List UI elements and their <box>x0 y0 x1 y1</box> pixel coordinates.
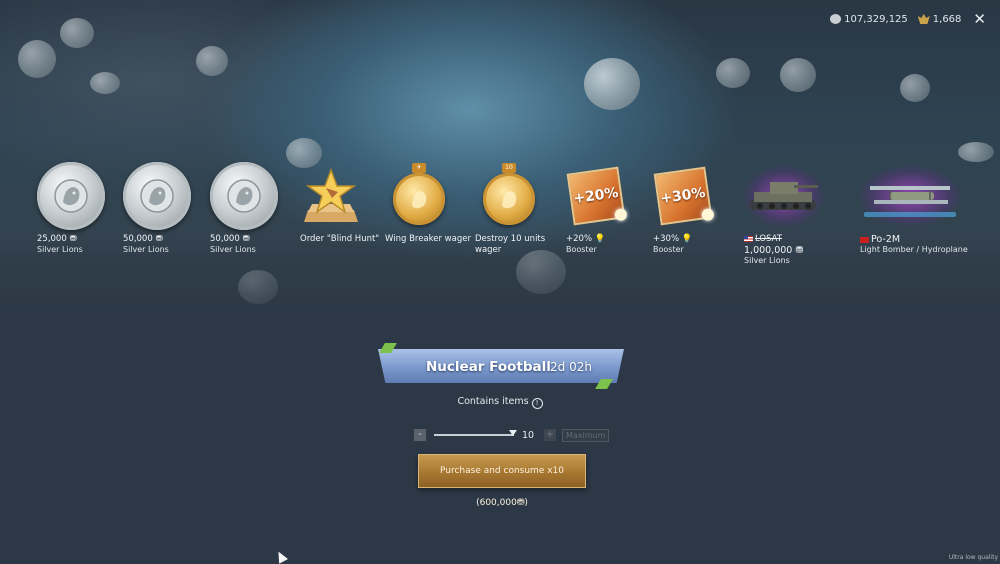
currency-bar: 107,329,125 1,668 ✕ <box>830 10 986 28</box>
contains-items-label: Contains items <box>457 396 529 407</box>
reward-label: Wing Breaker wager <box>385 234 471 244</box>
reward-item[interactable]: +30% +30% 💡 Booster <box>653 158 743 255</box>
reward-label: Silver Lions <box>210 245 256 254</box>
quantity-selector: - 10 + Maximum <box>414 428 610 442</box>
decrease-button[interactable]: - <box>414 429 426 441</box>
coin-decoration <box>196 46 228 76</box>
contains-items-link[interactable]: Contains items! <box>0 396 1000 409</box>
reward-label: Order "Blind Hunt" <box>300 234 380 244</box>
reward-label: Booster <box>566 245 597 254</box>
silver-lion-medal-icon <box>37 162 105 230</box>
reward-item[interactable]: Po-2M Light Bomber / Hydroplane <box>860 158 980 255</box>
star-trophy-icon <box>302 166 360 226</box>
bulb-icon <box>701 207 715 222</box>
maximum-button[interactable]: Maximum <box>562 428 610 442</box>
booster-icon: +20% <box>566 166 628 226</box>
silver-lions-balance: 107,329,125 <box>830 14 908 25</box>
biplane-vehicle-icon <box>860 166 960 226</box>
gold-wager-medal-icon: ✈ <box>393 163 445 225</box>
quantity-value: 10 <box>522 429 535 441</box>
silver-lion-small-icon: ⛃ <box>242 234 250 244</box>
silver-lion-small-icon: ⛃ <box>69 234 77 244</box>
golden-eagles-value: 1,668 <box>932 13 962 25</box>
reward-list: 25,000 ⛃ Silver Lions 50,000 ⛃ Silver Li… <box>0 158 1000 278</box>
vehicle-name: LOSAT <box>744 234 834 245</box>
coin-decoration <box>716 58 750 88</box>
silver-lions-value: 107,329,125 <box>844 13 908 25</box>
silver-lion-small-icon: ⛃ <box>155 234 163 244</box>
silver-lion-small-icon: ⛃ <box>795 245 804 256</box>
coin-decoration <box>584 58 640 110</box>
slider-thumb[interactable] <box>509 430 517 436</box>
reward-amount: 50,000 ⛃ <box>123 234 163 244</box>
info-icon[interactable]: ! <box>531 398 543 409</box>
reward-label: Light Bomber / Hydroplane <box>860 245 968 254</box>
close-icon[interactable]: ✕ <box>973 10 986 28</box>
ussr-flag-icon <box>860 236 869 243</box>
silver-lion-medal-icon <box>123 162 191 230</box>
purchase-label: Purchase and consume x10 (600,000 <box>439 466 565 508</box>
reward-label-second-line: wager <box>475 245 502 255</box>
coin-decoration <box>90 72 120 94</box>
reward-item[interactable]: LOSAT 1,000,000 ⛃ Silver Lions <box>744 158 834 266</box>
reward-amount: 1,000,000 ⛃ <box>744 245 804 256</box>
quality-indicator: Ultra low quality <box>948 554 998 561</box>
bulb-icon <box>614 207 628 222</box>
golden-eagles-balance: 1,668 <box>917 13 962 25</box>
bulb-small-icon: 💡 <box>681 234 693 244</box>
coin-decoration <box>60 18 94 48</box>
banner-timer: 2d 02h <box>550 360 592 374</box>
reward-amount: +30% 💡 <box>653 234 693 244</box>
quantity-slider[interactable] <box>434 430 517 436</box>
reward-amount: 50,000 ⛃ <box>210 234 250 244</box>
booster-percent: +30% <box>659 184 707 208</box>
reward-label: Booster <box>653 245 684 254</box>
tank-vehicle-icon <box>744 166 824 226</box>
silver-lion-small-icon: ⛃ <box>516 498 525 508</box>
reward-item[interactable]: 50,000 ⛃ Silver Lions <box>210 158 300 255</box>
booster-icon: +30% <box>653 166 715 226</box>
event-banner: Nuclear Football 2d 02h <box>372 343 630 391</box>
reward-item[interactable]: 50,000 ⛃ Silver Lions <box>123 158 213 255</box>
bulb-small-icon: 💡 <box>594 234 606 244</box>
banner-title: Nuclear Football <box>426 359 551 375</box>
reward-amount: +20% 💡 <box>566 234 606 244</box>
booster-percent: +20% <box>572 184 620 208</box>
golden-eagle-icon <box>917 14 930 24</box>
coin-decoration <box>18 40 56 78</box>
coin-decoration <box>900 74 930 102</box>
reward-item[interactable]: +20% +20% 💡 Booster <box>566 158 656 255</box>
usa-flag-icon <box>744 235 753 242</box>
wager-tab: ✈ <box>412 163 426 173</box>
vehicle-name: Po-2M <box>860 234 980 245</box>
reward-item[interactable]: ✈ Wing Breaker wager <box>385 158 475 245</box>
reward-item[interactable]: 25,000 ⛃ Silver Lions <box>37 158 127 255</box>
reward-label: Silver Lions <box>37 245 83 254</box>
reward-amount: 25,000 ⛃ <box>37 234 77 244</box>
reward-label: Silver Lions <box>744 256 790 265</box>
reward-item[interactable]: 10 Destroy 10 units wager <box>475 158 565 256</box>
silver-lions-icon <box>830 14 842 24</box>
silver-lion-medal-icon <box>210 162 278 230</box>
coin-decoration <box>780 58 816 92</box>
reward-label: Destroy 10 units <box>475 234 546 244</box>
reward-label: Silver Lions <box>123 245 169 254</box>
gold-wager-medal-icon: 10 <box>483 163 535 225</box>
wager-count-tab: 10 <box>502 163 516 173</box>
purchase-button[interactable]: Purchase and consume x10 (600,000⛃) <box>418 454 586 508</box>
reward-item[interactable]: Order "Blind Hunt" <box>300 158 390 245</box>
increase-button[interactable]: + <box>544 429 556 441</box>
